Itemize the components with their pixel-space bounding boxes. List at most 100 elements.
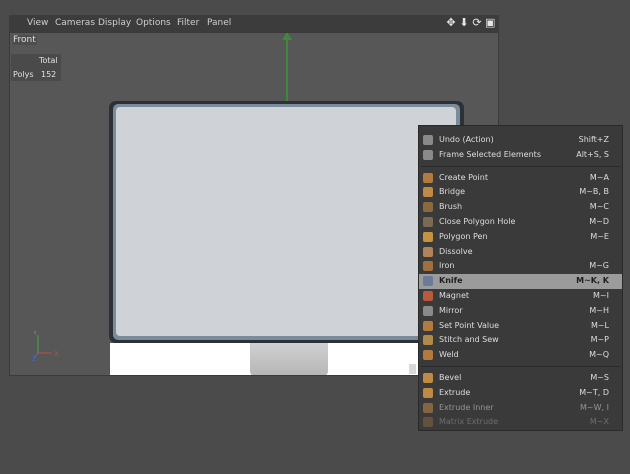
menu-item-iron[interactable]: Iron M~G bbox=[419, 259, 622, 274]
menu-item-shortcut: M~Q bbox=[589, 350, 609, 360]
menu-filter[interactable]: Filter bbox=[177, 18, 199, 28]
knife-icon bbox=[423, 276, 433, 287]
move-view-icon[interactable]: ✥ bbox=[446, 17, 456, 29]
menu-item-label: Weld bbox=[439, 350, 459, 360]
rotate-view-icon[interactable]: ⟳ bbox=[472, 17, 482, 29]
menu-item-frame-selected-elements[interactable]: Frame Selected Elements Alt+S, S bbox=[419, 148, 622, 163]
matrix-extrude-icon bbox=[423, 417, 433, 428]
view-label: Front bbox=[12, 35, 37, 45]
polygon-pen-icon bbox=[423, 231, 433, 242]
menu-item-weld[interactable]: Weld M~Q bbox=[419, 348, 622, 363]
menu-item-label: Undo (Action) bbox=[439, 135, 494, 144]
menu-display[interactable]: Display bbox=[98, 18, 131, 28]
bevel-icon bbox=[423, 373, 433, 383]
close-hole-icon bbox=[423, 217, 433, 227]
extrude-icon bbox=[423, 387, 433, 398]
menu-item-label: Create Point bbox=[439, 172, 488, 182]
menu-item-label: Bridge bbox=[439, 187, 466, 197]
dissolve-icon bbox=[423, 246, 433, 257]
menu-item-shortcut: M~L bbox=[590, 320, 609, 330]
menu-item-label: Magnet bbox=[439, 291, 470, 300]
menu-item-extrude-inner[interactable]: Extrude Inner M~W, I bbox=[419, 401, 622, 416]
menu-item-shortcut: M~P bbox=[590, 335, 609, 345]
weld-icon bbox=[423, 350, 433, 361]
undo-icon bbox=[423, 135, 433, 145]
menu-item-bevel[interactable]: Bevel M~S bbox=[419, 371, 622, 386]
menu-item-label: Knife bbox=[439, 276, 463, 286]
menu-item-shortcut: Alt+S, S bbox=[576, 149, 609, 159]
y-axis-handle[interactable] bbox=[286, 33, 288, 103]
viewport-scroll-nub[interactable] bbox=[409, 364, 416, 374]
axis-x-label: X bbox=[54, 350, 59, 358]
menu-item-shortcut: M~A bbox=[589, 172, 609, 182]
menu-item-label: Brush bbox=[439, 202, 463, 212]
menu-item-shortcut: M~I bbox=[593, 291, 609, 300]
menu-item-label: Mirror bbox=[439, 305, 463, 315]
menu-item-close-polygon-hole[interactable]: Close Polygon Hole M~D bbox=[419, 215, 622, 230]
menu-panel[interactable]: Panel bbox=[207, 18, 231, 28]
menu-item-brush[interactable]: Brush M~C bbox=[419, 200, 622, 215]
menu-item-set-point-value[interactable]: Set Point Value M~L bbox=[419, 319, 622, 334]
menu-item-knife[interactable]: Knife M~K, K bbox=[419, 274, 622, 290]
stats-total-header: Total bbox=[39, 56, 58, 65]
brush-icon bbox=[423, 202, 433, 213]
menu-separator bbox=[421, 165, 620, 167]
menu-item-dissolve[interactable]: Dissolve bbox=[419, 245, 622, 260]
bridge-icon bbox=[423, 187, 433, 198]
menu-item-bridge[interactable]: Bridge M~B, B bbox=[419, 185, 622, 200]
menu-item-shortcut: M~E bbox=[590, 231, 609, 241]
poly-stats: Total Polys 152 bbox=[11, 54, 61, 81]
viewport-nav-icons: ✥ ⬇ ⟳ ▣ bbox=[446, 17, 495, 30]
menu-item-shortcut: M~G bbox=[589, 261, 609, 271]
menu-cameras[interactable]: Cameras bbox=[55, 18, 95, 28]
move-down-icon[interactable]: ⬇ bbox=[459, 17, 469, 29]
menu-item-create-point[interactable]: Create Point M~A bbox=[419, 171, 622, 186]
menu-separator bbox=[421, 366, 620, 367]
menu-item-shortcut: M~W, I bbox=[580, 402, 609, 412]
menu-item-mirror[interactable]: Mirror M~H bbox=[419, 304, 622, 319]
menu-item-label: Bevel bbox=[439, 373, 462, 382]
menu-item-label: Matrix Extrude bbox=[439, 417, 499, 427]
mirror-icon bbox=[423, 305, 433, 316]
menu-options[interactable]: Options bbox=[136, 18, 171, 28]
menu-item-label: Frame Selected Elements bbox=[439, 149, 541, 159]
axis-z-label: Z bbox=[32, 356, 36, 361]
menu-item-extrude[interactable]: Extrude M~T, D bbox=[419, 386, 622, 401]
maximize-view-icon[interactable]: ▣ bbox=[485, 17, 495, 29]
menu-item-shortcut: M~T, D bbox=[579, 387, 609, 397]
menu-item-shortcut: M~H bbox=[589, 305, 609, 315]
menu-item-shortcut: M~S bbox=[590, 373, 609, 382]
extrude-inner-icon bbox=[423, 402, 433, 413]
axis-y-label: Y bbox=[32, 331, 38, 337]
menu-item-polygon-pen[interactable]: Polygon Pen M~E bbox=[419, 230, 622, 245]
stitch-icon bbox=[423, 335, 433, 346]
menu-item-label: Close Polygon Hole bbox=[439, 217, 516, 226]
axes-gizmo: Y X Z bbox=[32, 331, 59, 361]
mesh-context-menu: Undo (Action) Shift+Z Frame Selected Eleme… bbox=[418, 125, 623, 431]
magnet-icon bbox=[423, 291, 433, 301]
monitor-model-screen bbox=[116, 107, 456, 336]
menu-item-magnet[interactable]: Magnet M~I bbox=[419, 289, 622, 304]
stats-polys-label: Polys bbox=[13, 70, 34, 79]
menu-item-label: Dissolve bbox=[439, 246, 473, 256]
viewport-menubar: View Cameras Display Options Filter Pane… bbox=[9, 15, 499, 32]
stats-polys-value: 152 bbox=[41, 70, 57, 79]
menu-item-shortcut: M~K, K bbox=[576, 276, 609, 286]
menu-item-label: Polygon Pen bbox=[439, 231, 488, 241]
menu-item-shortcut: M~D bbox=[589, 217, 609, 226]
iron-icon bbox=[423, 261, 433, 272]
frame-icon bbox=[423, 149, 433, 160]
menu-item-matrix-extrude[interactable]: Matrix Extrude M~X bbox=[419, 415, 622, 430]
menu-item-label: Stitch and Sew bbox=[439, 335, 499, 345]
menu-item-stitch-and-sew[interactable]: Stitch and Sew M~P bbox=[419, 333, 622, 348]
menu-item-shortcut: M~X bbox=[589, 417, 609, 427]
menu-item-shortcut: Shift+Z bbox=[578, 135, 609, 144]
menu-item-label: Iron bbox=[439, 261, 455, 271]
set-point-icon bbox=[423, 320, 433, 331]
menu-item-label: Extrude Inner bbox=[439, 402, 494, 412]
menu-item-undo-action[interactable]: Undo (Action) Shift+Z bbox=[419, 133, 622, 148]
menu-item-shortcut: M~B, B bbox=[579, 187, 609, 197]
menu-item-shortcut: M~C bbox=[589, 202, 609, 212]
menu-view[interactable]: View bbox=[27, 18, 48, 28]
create-point-icon bbox=[423, 172, 433, 183]
